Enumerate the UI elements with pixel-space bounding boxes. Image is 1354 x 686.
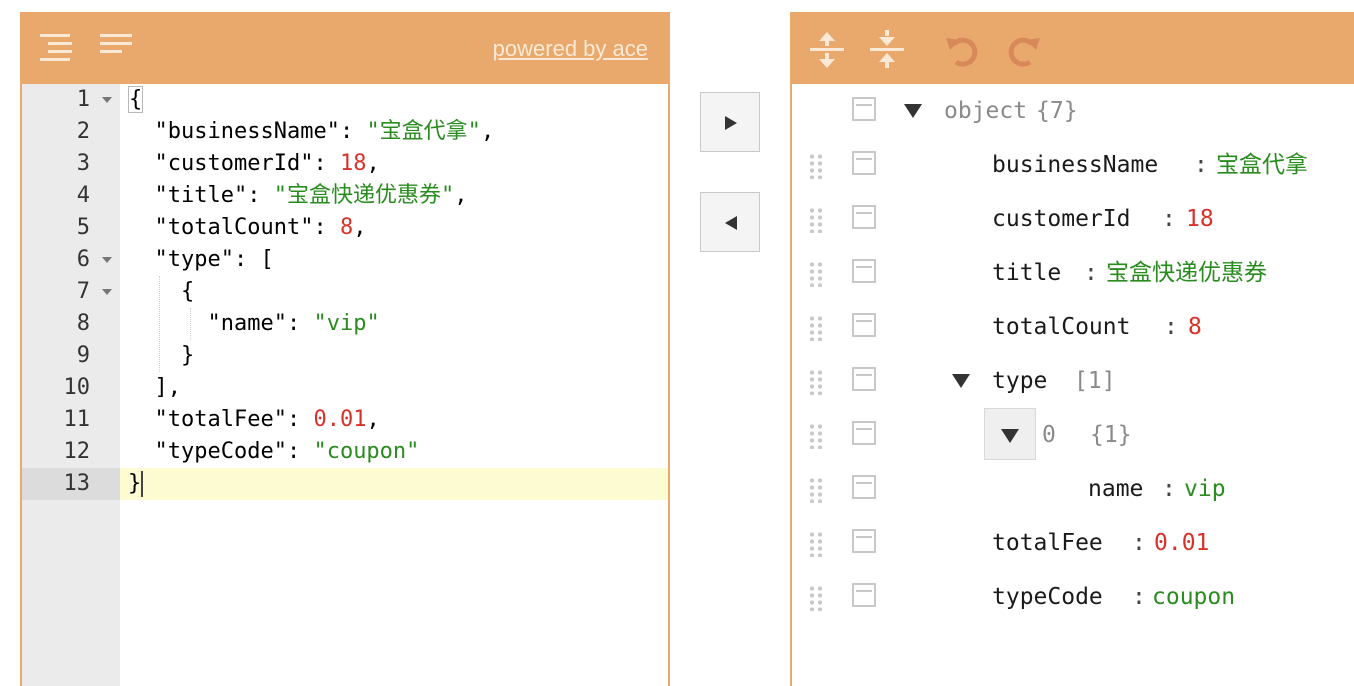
code-editor-panel: powered by ace 1 2 3 4 5 6 7 8 9 10 11 1… bbox=[20, 12, 670, 686]
context-menu-icon[interactable] bbox=[852, 583, 876, 607]
collapse-triangle-icon[interactable] bbox=[952, 374, 970, 388]
fold-icon[interactable] bbox=[102, 257, 112, 263]
copy-to-right-button[interactable] bbox=[700, 92, 760, 152]
code-line: "title": "宝盒快递优惠券", bbox=[154, 183, 468, 208]
powered-by-ace-link[interactable]: powered by ace bbox=[493, 36, 648, 62]
drag-handle-icon[interactable] bbox=[808, 261, 824, 287]
collapse-triangle-button[interactable] bbox=[984, 408, 1036, 460]
collapse-triangle-icon[interactable] bbox=[904, 104, 922, 118]
code-line: "totalCount": 8, bbox=[154, 215, 367, 240]
line-number: 1 bbox=[22, 84, 120, 116]
code-line: "customerId": 18, bbox=[154, 151, 380, 176]
tree-node: name : vip bbox=[792, 462, 1354, 516]
text-cursor bbox=[141, 471, 144, 497]
copy-to-left-button[interactable] bbox=[700, 192, 760, 252]
tree-editor-panel: object {7} businessName : 宝盒代拿 customerI… bbox=[790, 12, 1354, 686]
code-line: } bbox=[180, 343, 195, 368]
context-menu-icon[interactable] bbox=[852, 259, 876, 283]
fold-icon[interactable] bbox=[102, 289, 112, 295]
context-menu-icon[interactable] bbox=[852, 313, 876, 337]
context-menu-icon[interactable] bbox=[852, 421, 876, 445]
line-number: 6 bbox=[22, 244, 120, 276]
line-number: 9 bbox=[76, 343, 90, 368]
code-line-active: } bbox=[120, 468, 668, 500]
code-line: { bbox=[128, 86, 144, 113]
code-toolbar: powered by ace bbox=[22, 14, 668, 84]
code-line: "businessName": "宝盒代拿", bbox=[154, 119, 495, 144]
arrow-right-icon bbox=[725, 116, 737, 130]
context-menu-icon[interactable] bbox=[852, 367, 876, 391]
collapse-all-icon[interactable] bbox=[870, 30, 904, 70]
tree-node-object: 0 {1} bbox=[792, 408, 1354, 462]
code-line: "type": [ bbox=[154, 247, 274, 272]
line-number: 3 bbox=[76, 151, 90, 176]
format-icon[interactable] bbox=[40, 34, 74, 62]
context-menu-icon[interactable] bbox=[852, 205, 876, 229]
context-menu-icon[interactable] bbox=[852, 151, 876, 175]
tree-node-array: type [1] bbox=[792, 354, 1354, 408]
tree-node-root: object {7} bbox=[792, 84, 1354, 138]
line-number: 5 bbox=[76, 215, 90, 240]
redo-icon[interactable] bbox=[1006, 32, 1042, 68]
drag-handle-icon[interactable] bbox=[808, 531, 824, 557]
line-number: 12 bbox=[63, 439, 91, 464]
expand-all-icon[interactable] bbox=[810, 30, 844, 70]
line-number: 8 bbox=[76, 311, 90, 336]
code-line: ], bbox=[154, 375, 182, 400]
tree-toolbar bbox=[792, 14, 1354, 84]
tree-node: businessName : 宝盒代拿 bbox=[792, 138, 1354, 192]
context-menu-icon[interactable] bbox=[852, 529, 876, 553]
fold-icon[interactable] bbox=[102, 97, 112, 103]
context-menu-icon[interactable] bbox=[852, 97, 876, 121]
drag-handle-icon[interactable] bbox=[808, 585, 824, 611]
collapse-triangle-icon bbox=[1001, 429, 1019, 443]
code-line: "typeCode": "coupon" bbox=[154, 439, 420, 464]
line-number: 7 bbox=[22, 276, 120, 308]
tree-node: typeCode : coupon bbox=[792, 570, 1354, 624]
tree-node: customerId : 18 bbox=[792, 192, 1354, 246]
line-number: 4 bbox=[76, 183, 90, 208]
code-area[interactable]: 1 2 3 4 5 6 7 8 9 10 11 12 13 { "busines… bbox=[22, 84, 668, 686]
line-number: 11 bbox=[63, 407, 91, 432]
drag-handle-icon[interactable] bbox=[808, 369, 824, 395]
code-line: "totalFee": 0.01, bbox=[154, 407, 380, 432]
drag-handle-icon[interactable] bbox=[808, 477, 824, 503]
arrow-left-icon bbox=[725, 216, 737, 230]
compact-icon[interactable] bbox=[100, 34, 134, 58]
code-line: "name": "vip" bbox=[207, 311, 380, 336]
drag-handle-icon[interactable] bbox=[808, 423, 824, 449]
line-number: 2 bbox=[76, 119, 90, 144]
code-line: { bbox=[180, 279, 195, 304]
context-menu-icon[interactable] bbox=[852, 475, 876, 499]
drag-handle-icon[interactable] bbox=[808, 207, 824, 233]
drag-handle-icon[interactable] bbox=[808, 153, 824, 179]
line-number: 13 bbox=[22, 468, 120, 500]
undo-icon[interactable] bbox=[944, 32, 980, 68]
line-number: 10 bbox=[63, 375, 91, 400]
tree-node: title : 宝盒快递优惠券 bbox=[792, 246, 1354, 300]
drag-handle-icon[interactable] bbox=[808, 315, 824, 341]
tree-node: totalFee : 0.01 bbox=[792, 516, 1354, 570]
tree-area: object {7} businessName : 宝盒代拿 customerI… bbox=[792, 84, 1354, 686]
tree-node: totalCount : 8 bbox=[792, 300, 1354, 354]
